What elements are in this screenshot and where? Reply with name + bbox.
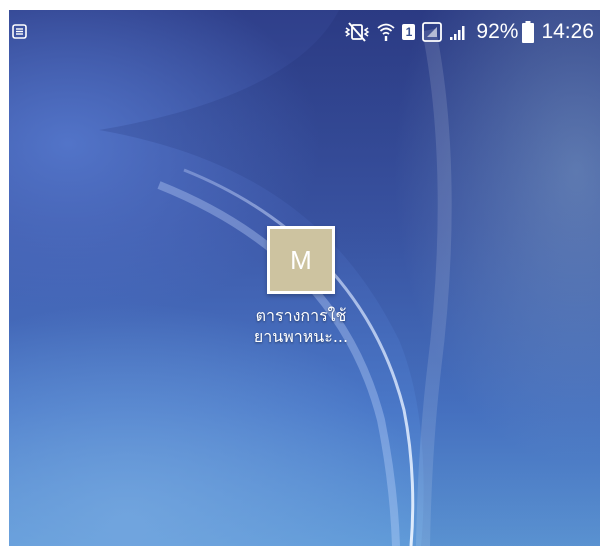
wifi-icon <box>377 23 395 41</box>
mute-vibrate-icon <box>345 22 370 42</box>
notification-list-icon[interactable] <box>12 24 27 39</box>
sim-card-icon: 1 <box>402 24 416 40</box>
status-bar: 1 92% 14:26 <box>9 10 600 54</box>
signal-bars-icon <box>450 26 465 40</box>
app-shortcut[interactable]: M ตารางการใช้ ยานพาหนะ... <box>236 226 366 347</box>
app-icon[interactable]: M <box>267 226 335 294</box>
battery-percent: 92% <box>476 20 519 43</box>
home-screen: 1 92% 14:26 M ตารางการใช้ ยานพาหนะ... <box>9 10 600 546</box>
app-label: ตารางการใช้ ยานพาหนะ... <box>253 306 349 346</box>
status-icons: 1 92% 14:26 <box>344 18 594 46</box>
signal-roaming-icon <box>422 22 443 42</box>
clock: 14:26 <box>541 20 594 43</box>
battery-icon <box>522 21 535 43</box>
